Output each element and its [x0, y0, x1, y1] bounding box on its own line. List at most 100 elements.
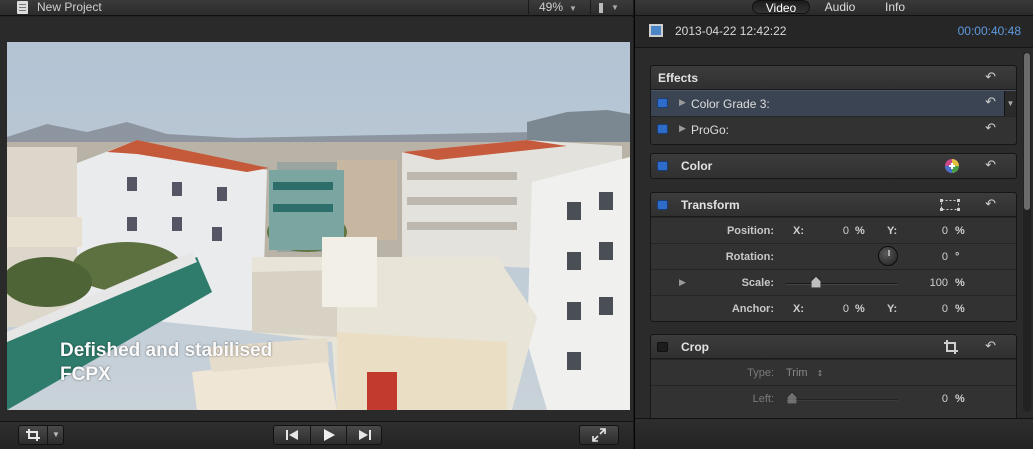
disclosure-triangle-icon[interactable]: ▶ [679, 123, 686, 134]
color-enable-checkbox[interactable] [657, 161, 668, 171]
reset-color-icon[interactable]: ↶ [985, 157, 996, 173]
position-x-label: X: [793, 225, 804, 237]
fullscreen-icon [592, 428, 606, 442]
reset-effects-icon[interactable]: ↶ [985, 69, 996, 85]
reset-effect-icon[interactable]: ↶ [985, 94, 996, 110]
fullscreen-button[interactable] [579, 425, 619, 445]
tab-audio[interactable]: Audio [815, 0, 865, 14]
color-title: Color [681, 159, 713, 173]
effect-label: ProGo: [691, 123, 730, 137]
scrollbar-thumb[interactable] [1024, 53, 1030, 210]
effects-section: Effects ↶ ▶ Color Grade 3: ↶ ▼ ▶ ProGo: … [650, 65, 1017, 145]
viewer-panel: New Project 49% ▼ ▼ Defished and stabili… [0, 0, 633, 449]
overlay-line-1: Defished and stabilised [60, 340, 273, 361]
transform-enable-checkbox[interactable] [657, 200, 668, 210]
rotation-dial[interactable] [878, 246, 898, 266]
anchor-row: Anchor: X: 0 % Y: 0 % [651, 295, 1016, 321]
zoom-menu[interactable]: 49% ▼ [528, 0, 588, 16]
play-icon [323, 429, 335, 441]
viewer-toolbar: ▼ [0, 421, 633, 449]
inspector-scrollbar[interactable] [1023, 52, 1031, 412]
anchor-y-unit: % [955, 303, 965, 315]
rotation-label: Rotation: [725, 251, 774, 263]
anchor-y-value[interactable]: 0 [906, 303, 948, 315]
rotation-value[interactable]: 0 [906, 251, 948, 263]
play-button[interactable] [310, 426, 346, 444]
color-section: Color ↶ [650, 153, 1017, 179]
reset-crop-icon[interactable]: ↶ [985, 338, 996, 354]
select-arrows-icon: ⇕ [816, 369, 824, 378]
scale-row: ▶ Scale: 100 % [651, 269, 1016, 295]
anchor-label: Anchor: [731, 303, 774, 315]
transform-header: Transform ↶ [651, 193, 1016, 217]
clip-duration: 00:00:40:48 [957, 24, 1021, 38]
project-icon [17, 1, 28, 14]
position-row: Position: X: 0 % Y: 0 % [651, 217, 1016, 243]
position-y-label: Y: [887, 225, 898, 237]
transport-controls [273, 425, 382, 445]
inspector-tabs: Video Audio Info [635, 0, 1033, 16]
effect-row-color-grade[interactable]: ▶ Color Grade 3: ↶ ▼ [651, 90, 1016, 116]
anchor-x-unit: % [855, 303, 865, 315]
scale-slider-knob[interactable] [811, 276, 821, 288]
crop-type-select[interactable]: Trim ⇕ [786, 367, 823, 379]
position-y-value[interactable]: 0 [906, 225, 948, 237]
crop-left-value[interactable]: 0 [906, 393, 948, 405]
effect-label: Color Grade 3: [691, 97, 770, 111]
tab-video[interactable]: Video [752, 0, 810, 15]
effect-row-progo[interactable]: ▶ ProGo: ↶ [651, 116, 1016, 142]
anchor-x-value[interactable]: 0 [811, 303, 849, 315]
skip-back-icon [286, 430, 298, 440]
effects-header: Effects ↶ [651, 66, 1016, 90]
clip-date: 2013-04-22 12:42:22 [675, 24, 787, 38]
crop-title: Crop [681, 340, 709, 354]
video-overlay-text: Defished and stabilised FCPX [60, 339, 272, 387]
viewer-canvas: Defished and stabilised FCPX [0, 17, 633, 421]
disclosure-triangle-icon[interactable]: ▶ [679, 277, 686, 288]
disclosure-triangle-icon[interactable]: ▶ [679, 97, 686, 108]
inspector-panel: Video Audio Info 2013-04-22 12:42:22 00:… [634, 0, 1033, 449]
effects-title: Effects [658, 71, 699, 85]
clip-header: 2013-04-22 12:42:22 00:00:40:48 [635, 16, 1033, 48]
view-options-menu[interactable]: ▼ [590, 0, 633, 16]
transform-section: Transform ↶ Position: X: 0 % Y: 0 % Rota… [650, 192, 1017, 322]
position-x-unit: % [855, 225, 865, 237]
scale-slider-track[interactable] [786, 283, 898, 285]
transform-title: Transform [681, 198, 740, 212]
effect-enable-checkbox[interactable] [657, 98, 668, 108]
reset-effect-icon[interactable]: ↶ [985, 120, 996, 136]
viewer-title-bar: New Project 49% ▼ ▼ [0, 0, 633, 16]
crop-left-unit: % [955, 393, 965, 405]
position-y-unit: % [955, 225, 965, 237]
next-edit-button[interactable] [346, 426, 382, 444]
crop-type-row: Type: Trim ⇕ [651, 359, 1016, 385]
reset-transform-icon[interactable]: ↶ [985, 196, 996, 212]
position-label: Position: [726, 225, 774, 237]
tab-info[interactable]: Info [875, 0, 915, 14]
transform-crop-button[interactable]: ▼ [18, 425, 64, 445]
anchor-x-label: X: [793, 303, 804, 315]
crop-onscreen-icon[interactable] [944, 340, 958, 354]
fcpx-window: New Project 49% ▼ ▼ Defished and stabili… [0, 0, 1033, 449]
skip-forward-icon [358, 430, 371, 440]
effect-menu-arrow-icon[interactable]: ▼ [1004, 91, 1016, 116]
scale-value[interactable]: 100 [906, 277, 948, 289]
crop-type-label: Type: [747, 367, 774, 379]
crop-enable-checkbox[interactable] [657, 342, 668, 352]
chevron-down-icon[interactable]: ▼ [52, 426, 60, 444]
film-clip-icon [649, 24, 663, 37]
crop-left-slider-knob[interactable] [787, 392, 797, 404]
crop-left-row: Left: 0 % [651, 385, 1016, 411]
previous-edit-button[interactable] [274, 426, 310, 444]
project-title: New Project [37, 0, 102, 14]
crop-left-slider-track[interactable] [786, 399, 898, 401]
transform-onscreen-icon[interactable] [940, 199, 960, 211]
zoom-value: 49% [539, 0, 564, 14]
crop-icon [26, 429, 40, 441]
video-frame: Defished and stabilised FCPX [7, 42, 630, 410]
inspector-body: Effects ↶ ▶ Color Grade 3: ↶ ▼ ▶ ProGo: … [635, 49, 1021, 418]
position-x-value[interactable]: 0 [811, 225, 849, 237]
color-board-icon[interactable] [944, 158, 960, 174]
effect-enable-checkbox[interactable] [657, 124, 668, 134]
crop-section: Crop ↶ Type: Trim ⇕ Left: 0 % [650, 334, 1017, 418]
